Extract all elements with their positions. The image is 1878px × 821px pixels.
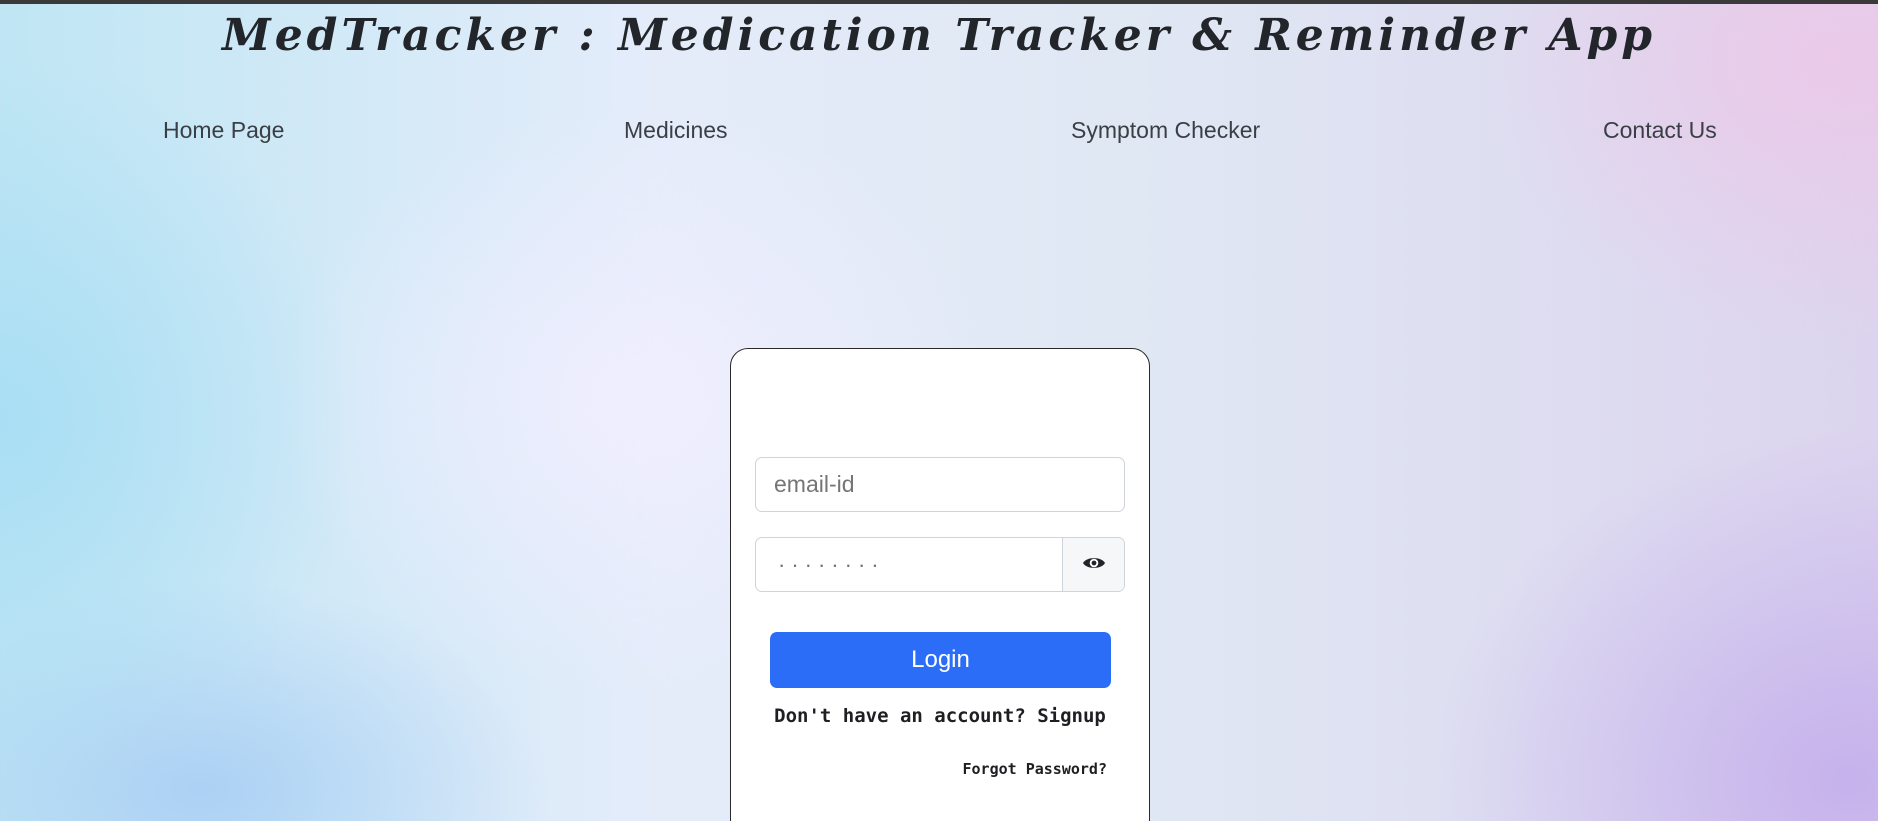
top-bar: [0, 0, 1878, 4]
nav-contact-us[interactable]: Contact Us: [1603, 112, 1717, 148]
login-card: ········ Login Don't have an account? Si…: [730, 348, 1150, 821]
nav-medicines[interactable]: Medicines: [624, 112, 728, 148]
show-password-toggle[interactable]: [1062, 538, 1124, 591]
signup-prefix-text: Don't have an account?: [774, 705, 1038, 727]
nav-symptom-checker[interactable]: Symptom Checker: [1071, 112, 1260, 148]
signup-prompt: Don't have an account? Signup: [731, 705, 1149, 727]
app-title: MedTracker : Medication Tracker & Remind…: [221, 10, 1656, 61]
eye-icon: [1082, 554, 1106, 576]
password-group: ········: [755, 537, 1125, 592]
forgot-password-link[interactable]: Forgot Password?: [963, 760, 1108, 778]
login-button[interactable]: Login: [770, 632, 1111, 688]
password-input[interactable]: ········: [756, 538, 1064, 591]
email-input[interactable]: [755, 457, 1125, 512]
nav-home-page[interactable]: Home Page: [163, 112, 284, 148]
signup-link[interactable]: Signup: [1037, 705, 1106, 727]
